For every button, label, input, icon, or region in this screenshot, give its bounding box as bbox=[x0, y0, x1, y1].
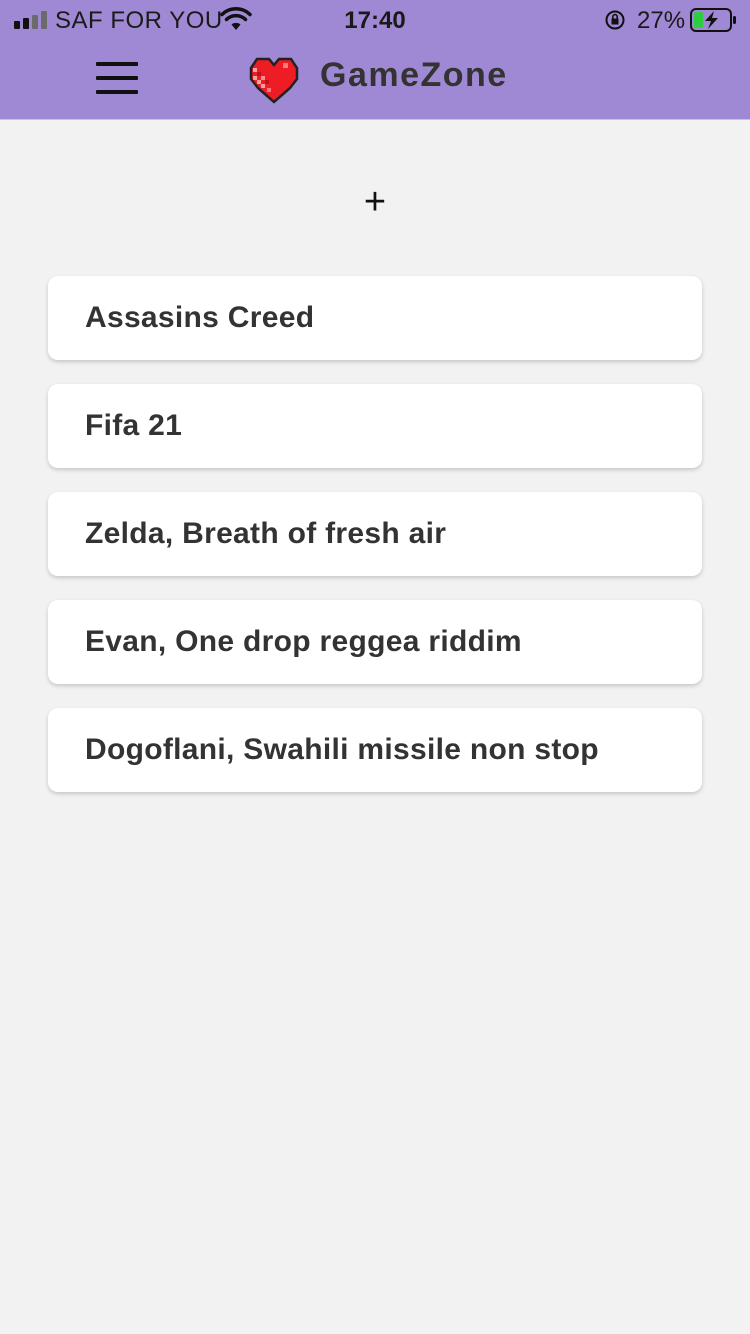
list-item[interactable]: Evan, One drop reggea riddim bbox=[48, 600, 702, 684]
app-title: GameZone bbox=[320, 56, 508, 94]
list-item-title: Assasins Creed bbox=[85, 301, 315, 334]
app-header: SAF FOR YOU 17:40 27% GameZone bbox=[0, 0, 750, 120]
list-item[interactable]: Assasins Creed bbox=[48, 276, 702, 360]
list-item-title: Zelda, Breath of fresh air bbox=[85, 517, 447, 550]
list-item[interactable]: Dogoflani, Swahili missile non stop bbox=[48, 708, 702, 792]
add-review-button[interactable]: + bbox=[355, 182, 395, 222]
hamburger-menu-icon[interactable] bbox=[96, 62, 140, 96]
list-item-title: Evan, One drop reggea riddim bbox=[85, 625, 522, 658]
list-item-title: Dogoflani, Swahili missile non stop bbox=[85, 733, 599, 766]
status-bar: SAF FOR YOU 17:40 27% bbox=[0, 0, 750, 40]
pixel-heart-icon bbox=[249, 57, 299, 104]
battery-percentage: 27% bbox=[637, 7, 686, 34]
list-item[interactable]: Zelda, Breath of fresh air bbox=[48, 492, 702, 576]
battery-charging-icon bbox=[690, 8, 736, 32]
rotation-lock-icon bbox=[605, 10, 625, 30]
list-item[interactable]: Fifa 21 bbox=[48, 384, 702, 468]
review-list: Assasins Creed Fifa 21 Zelda, Breath of … bbox=[48, 276, 702, 816]
list-item-title: Fifa 21 bbox=[85, 409, 183, 442]
